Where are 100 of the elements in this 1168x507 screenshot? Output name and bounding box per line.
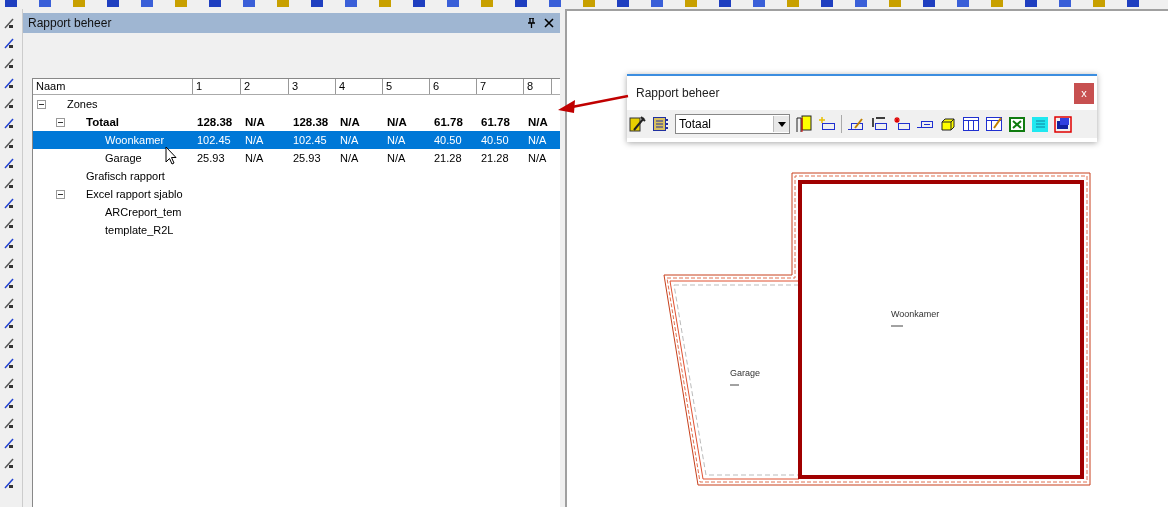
toolbar-icon[interactable] xyxy=(412,0,426,8)
toolbar-icon[interactable] xyxy=(446,0,460,8)
close-icon[interactable] xyxy=(544,18,554,28)
tool-icon[interactable] xyxy=(4,117,14,129)
table-cell-text: 128.38 xyxy=(292,116,330,128)
tree-row[interactable]: Zones xyxy=(33,95,560,113)
tool-icon[interactable] xyxy=(4,257,14,269)
table-icon[interactable] xyxy=(962,115,980,133)
cube-icon[interactable] xyxy=(939,115,957,133)
room-label: Garage xyxy=(730,368,761,378)
tool-icon[interactable] xyxy=(4,197,14,209)
tool-icon[interactable] xyxy=(4,37,14,49)
toolbar-icon[interactable] xyxy=(752,0,766,8)
toolbar-icon[interactable] xyxy=(854,0,868,8)
toolbar-icon[interactable] xyxy=(344,0,358,8)
tree-row[interactable]: Excel rapport sjablo xyxy=(33,185,560,203)
window-title: Rapport beheer xyxy=(636,86,721,100)
table-cell-text: 21.28 xyxy=(433,152,463,164)
tool-icon[interactable] xyxy=(4,17,14,29)
toolbar-icon[interactable] xyxy=(956,0,970,8)
tree-item-label: Excel rapport sjablo xyxy=(86,188,183,200)
tool-icon[interactable] xyxy=(4,337,14,349)
table-cell-text: 25.93 xyxy=(196,152,226,164)
toolbar-icon[interactable] xyxy=(548,0,562,8)
column-header[interactable]: 3 xyxy=(289,79,336,94)
tool-icon[interactable] xyxy=(4,97,14,109)
tool-icon[interactable] xyxy=(4,237,14,249)
table-cell-text: N/A xyxy=(527,134,548,146)
table-cell-text: 25.93 xyxy=(292,152,322,164)
table-cell-text: N/A xyxy=(244,152,265,164)
tree-row[interactable]: template_R2L xyxy=(33,221,560,239)
tool-icon[interactable] xyxy=(4,477,14,489)
tool-icon[interactable] xyxy=(4,437,14,449)
tool-icon[interactable] xyxy=(4,357,14,369)
toolbar-icon[interactable] xyxy=(820,0,834,8)
tree-row[interactable]: Grafisch rapport xyxy=(33,167,560,185)
tool-icon[interactable] xyxy=(4,457,14,469)
toolbar-icon[interactable] xyxy=(140,0,154,8)
tree-row[interactable]: Garage 25.93 N/A 25.93 N/A N/A 21.28 21.28 N/A xyxy=(33,149,560,167)
column-header[interactable]: 5 xyxy=(383,79,430,94)
tool-icon[interactable] xyxy=(4,297,14,309)
toolbar-icon[interactable] xyxy=(4,0,18,8)
tree-row[interactable]: Totaal 128.38 N/A 128.38 N/A N/A 61.78 61.78 N/A xyxy=(33,113,560,131)
toolbar-icon[interactable] xyxy=(242,0,256,8)
column-header[interactable]: 8 xyxy=(524,79,552,94)
tool-icon[interactable] xyxy=(4,277,14,289)
tree-row[interactable]: ARCreport_tem xyxy=(33,203,560,221)
table-cell-text: 40.50 xyxy=(480,134,510,146)
tool-icon[interactable] xyxy=(4,157,14,169)
toolbar-icon[interactable] xyxy=(1058,0,1072,8)
column-header[interactable]: 4 xyxy=(336,79,383,94)
toolbar-icon[interactable] xyxy=(650,0,664,8)
toolbar-icon[interactable] xyxy=(106,0,120,8)
tree-item-label: Zones xyxy=(67,98,98,110)
pin-icon[interactable] xyxy=(527,18,536,28)
tool-icon[interactable] xyxy=(4,397,14,409)
tool-icon[interactable] xyxy=(4,177,14,189)
toolbar-icon[interactable] xyxy=(718,0,732,8)
toolbar-icon[interactable] xyxy=(922,0,936,8)
toolbar-icon[interactable] xyxy=(38,0,52,8)
toolbar-icon[interactable] xyxy=(514,0,528,8)
tool-icon[interactable] xyxy=(4,137,14,149)
column-header[interactable]: Naam xyxy=(33,79,193,94)
table-cell-text: N/A xyxy=(386,116,408,128)
table-cell-text: N/A xyxy=(244,116,266,128)
column-header[interactable]: 6 xyxy=(430,79,477,94)
toolbar-icon[interactable] xyxy=(616,0,630,8)
tool-icon[interactable] xyxy=(4,77,14,89)
column-header[interactable]: 2 xyxy=(241,79,289,94)
room-tag-line xyxy=(729,384,740,386)
collapse-icon[interactable] xyxy=(56,189,65,199)
column-header[interactable]: 1 xyxy=(193,79,241,94)
table-cell-text: 102.45 xyxy=(292,134,328,146)
mouse-cursor-icon xyxy=(165,146,177,165)
table-pencil-icon[interactable] xyxy=(985,115,1003,133)
toolbar-icon[interactable] xyxy=(310,0,324,8)
zone-dropdown[interactable]: Totaal xyxy=(675,114,790,134)
collapse-icon[interactable] xyxy=(56,117,65,127)
table-cell-text: 61.78 xyxy=(480,116,511,128)
tool-icon[interactable] xyxy=(4,217,14,229)
stack-icon[interactable] xyxy=(1054,115,1072,133)
spreadsheet-icon[interactable] xyxy=(1008,115,1026,133)
tool-icon[interactable] xyxy=(4,377,14,389)
table-cell-text: 128.38 xyxy=(196,116,234,128)
page-icon[interactable] xyxy=(795,115,813,133)
table-cell-text: N/A xyxy=(339,116,361,128)
tool-icon[interactable] xyxy=(4,57,14,69)
toolbar-icon[interactable] xyxy=(1126,0,1140,8)
grid-icon[interactable] xyxy=(652,115,670,133)
close-button[interactable]: x xyxy=(1074,82,1094,104)
toolbar-icon[interactable] xyxy=(1024,0,1038,8)
tree-item-label: Woonkamer xyxy=(105,134,165,146)
column-header[interactable]: 7 xyxy=(477,79,524,94)
tool-icon[interactable] xyxy=(4,417,14,429)
collapse-icon[interactable] xyxy=(37,99,46,109)
tree-row[interactable]: Woonkamer 102.45 N/A 102.45 N/A N/A 40.50 40.50 N/A xyxy=(33,131,560,149)
table-cell-text: N/A xyxy=(339,134,360,146)
toolbar-icon[interactable] xyxy=(208,0,222,8)
tool-icon[interactable] xyxy=(4,317,14,329)
table-cell-text: 61.78 xyxy=(433,116,464,128)
